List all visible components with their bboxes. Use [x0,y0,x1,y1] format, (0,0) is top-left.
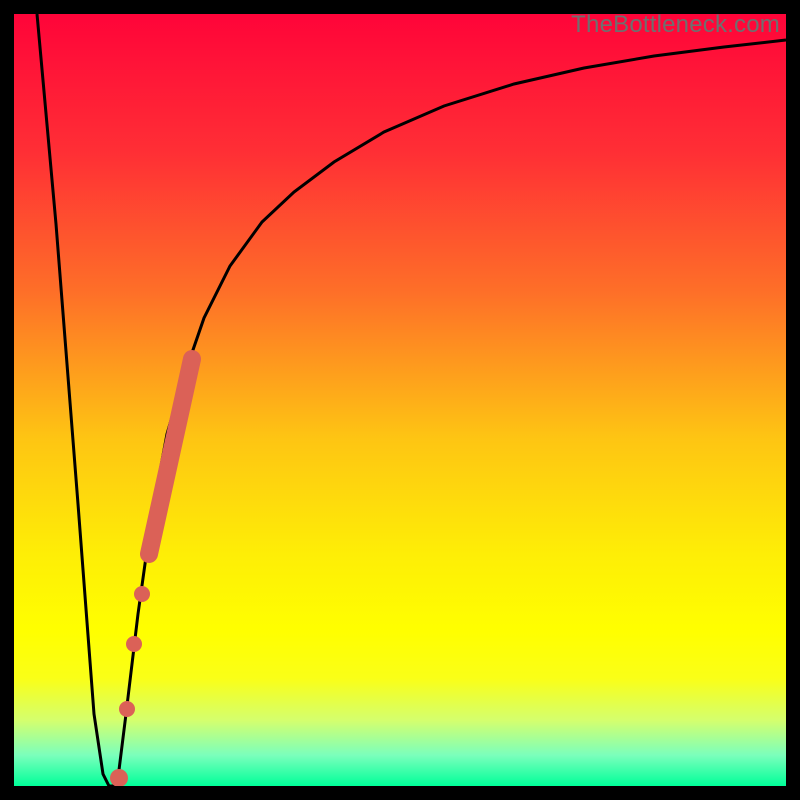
chart-frame: TheBottleneck.com [14,14,786,786]
chart-canvas [14,14,786,786]
watermark-text: TheBottleneck.com [571,11,780,39]
